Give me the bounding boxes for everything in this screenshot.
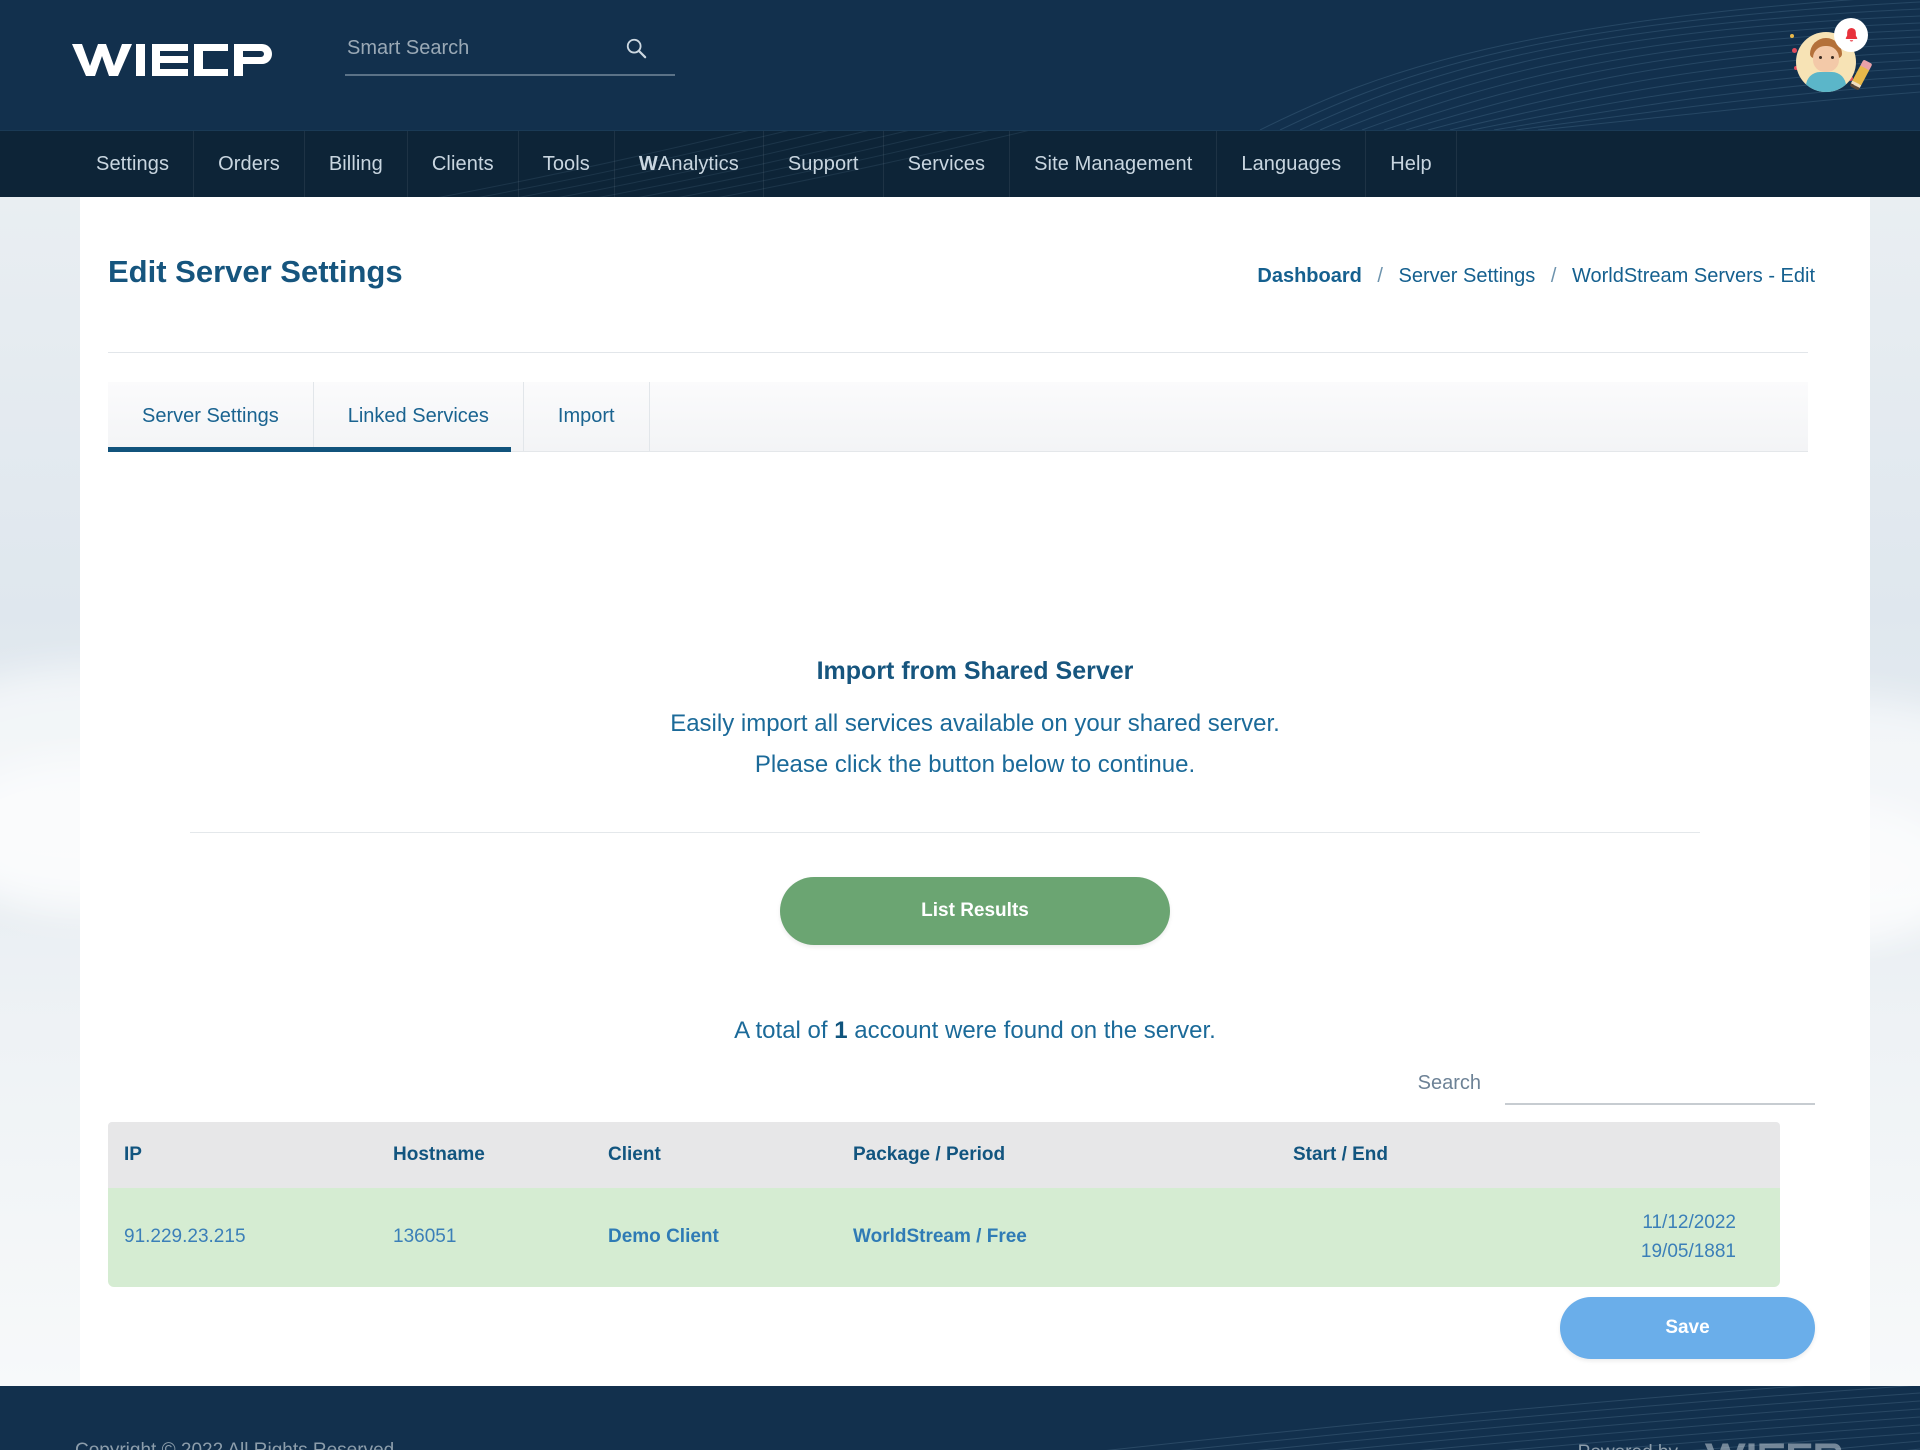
content-divider bbox=[190, 832, 1700, 833]
tab-server-settings[interactable]: Server Settings bbox=[108, 382, 314, 451]
top-header bbox=[0, 0, 1920, 130]
breadcrumb-separator: / bbox=[1550, 265, 1557, 287]
column-header-hostname[interactable]: Hostname bbox=[393, 1122, 608, 1188]
nav-label: Tools bbox=[542, 152, 590, 175]
breadcrumb-item-server-settings[interactable]: Server Settings bbox=[1399, 265, 1536, 287]
powered-by-label: Powered by bbox=[1578, 1442, 1678, 1450]
tab-label: Linked Services bbox=[347, 405, 489, 427]
wisecp-footer-logo[interactable] bbox=[1698, 1438, 1848, 1450]
breadcrumb: Dashboard / Server Settings / WorldStrea… bbox=[1257, 265, 1815, 288]
notification-badge[interactable] bbox=[1834, 18, 1868, 52]
breadcrumb-item-current: WorldStream Servers - Edit bbox=[1571, 265, 1815, 287]
nav-item-languages[interactable]: Languages bbox=[1217, 131, 1367, 197]
cell-ip: 91.229.23.215 bbox=[108, 1188, 393, 1287]
nav-item-orders[interactable]: Orders bbox=[194, 131, 305, 197]
table-body: 91.229.23.215 136051 Demo Client WorldSt… bbox=[108, 1188, 1780, 1287]
tab-label: Server Settings bbox=[142, 405, 279, 427]
bell-icon bbox=[1845, 27, 1857, 42]
nav-item-billing[interactable]: Billing bbox=[305, 131, 408, 197]
nav-label: Languages bbox=[1241, 152, 1342, 175]
nav-label: Orders bbox=[218, 152, 280, 175]
nav-item-support[interactable]: Support bbox=[764, 131, 884, 197]
nav-label: Support bbox=[787, 152, 859, 175]
search-input[interactable] bbox=[345, 33, 675, 76]
nav-item-help[interactable]: Help bbox=[1366, 131, 1457, 197]
breadcrumb-item-dashboard[interactable]: Dashboard bbox=[1257, 265, 1361, 287]
column-header-dates[interactable]: Start / End bbox=[1293, 1122, 1780, 1188]
nav-label: Help bbox=[1390, 152, 1432, 175]
page-header: Edit Server Settings Dashboard / Server … bbox=[80, 197, 1870, 307]
tab-linked-services[interactable]: Linked Services bbox=[314, 382, 524, 451]
result-total-text: A total of 1 account were found on the s… bbox=[80, 1017, 1870, 1045]
table-search-label: Search bbox=[1417, 1072, 1481, 1094]
nav-item-settings[interactable]: Settings bbox=[72, 131, 195, 197]
content-card: Edit Server Settings Dashboard / Server … bbox=[80, 197, 1870, 1386]
column-header-package[interactable]: Package / Period bbox=[853, 1122, 1293, 1188]
header-wave-decoration bbox=[1259, 0, 1920, 130]
tab-label: Import bbox=[557, 405, 615, 427]
cell-hostname: 136051 bbox=[393, 1188, 608, 1287]
column-header-ip[interactable]: IP bbox=[108, 1122, 393, 1188]
tab-active-indicator bbox=[108, 447, 511, 452]
cell-package: WorldStream / Free bbox=[853, 1188, 1293, 1287]
cell-end-date: 19/05/1881 bbox=[1640, 1241, 1736, 1263]
nav-label: Clients bbox=[431, 152, 494, 175]
tab-bar: Server Settings Linked Services Import bbox=[108, 382, 1808, 452]
decoration-dot bbox=[1792, 48, 1797, 53]
avatar[interactable] bbox=[1790, 18, 1873, 92]
tab-import[interactable]: Import bbox=[524, 382, 650, 451]
nav-item-services[interactable]: Services bbox=[884, 131, 1011, 197]
page-footer: Copyright © 2022 All Rights Reserved. Po… bbox=[0, 1386, 1920, 1450]
import-description-line-2: Please click the button below to continu… bbox=[754, 751, 1196, 778]
accounts-table: IP Hostname Client Package / Period Star… bbox=[108, 1122, 1780, 1287]
nav-item-tools[interactable]: Tools bbox=[519, 131, 615, 197]
copyright-text: Copyright © 2022 All Rights Reserved. bbox=[75, 1440, 400, 1450]
header-divider bbox=[108, 352, 1808, 353]
nav-label-prefix: W bbox=[638, 152, 658, 175]
main-navigation: Settings Orders Billing Clients Tools WA… bbox=[0, 130, 1920, 197]
nav-label: Site Management bbox=[1034, 152, 1193, 175]
smart-search bbox=[345, 33, 675, 76]
nav-item-clients[interactable]: Clients bbox=[408, 131, 519, 197]
nav-label: Settings bbox=[96, 152, 170, 175]
import-description-line-1: Easily import all services available on … bbox=[670, 710, 1280, 737]
cell-dates: 11/12/2022 19/05/1881 bbox=[1293, 1188, 1780, 1287]
page-title: Edit Server Settings bbox=[108, 254, 403, 289]
nav-item-wanalytics[interactable]: W Analytics bbox=[615, 131, 764, 197]
nav-item-site-management[interactable]: Site Management bbox=[1010, 131, 1218, 197]
app-root: Settings Orders Billing Clients Tools WA… bbox=[0, 0, 1920, 1450]
page-background: Edit Server Settings Dashboard / Server … bbox=[0, 197, 1920, 1386]
cell-start-date: 11/12/2022 bbox=[1642, 1212, 1736, 1233]
column-header-client[interactable]: Client bbox=[608, 1122, 853, 1188]
save-button[interactable]: Save bbox=[1560, 1297, 1815, 1359]
powered-by: Powered by bbox=[1578, 1438, 1848, 1450]
cell-client: Demo Client bbox=[608, 1188, 853, 1287]
wisecp-logo[interactable] bbox=[72, 36, 272, 80]
table-search-input[interactable] bbox=[1505, 1073, 1815, 1105]
table-row[interactable]: 91.229.23.215 136051 Demo Client WorldSt… bbox=[108, 1188, 1780, 1287]
table-search: Search bbox=[1418, 1072, 1815, 1105]
table-header-row: IP Hostname Client Package / Period Star… bbox=[108, 1122, 1780, 1188]
table-head: IP Hostname Client Package / Period Star… bbox=[108, 1122, 1780, 1188]
total-prefix: A total of bbox=[734, 1017, 835, 1044]
total-count: 1 bbox=[834, 1017, 848, 1044]
breadcrumb-separator: / bbox=[1377, 265, 1383, 287]
nav-label: Billing bbox=[328, 152, 383, 175]
list-results-button[interactable]: List Results bbox=[780, 877, 1170, 945]
nav-label: Services bbox=[907, 152, 986, 175]
total-suffix: account were found on the server. bbox=[847, 1017, 1216, 1044]
decoration-dot bbox=[1790, 34, 1794, 38]
nav-label: Analytics bbox=[657, 152, 739, 175]
wisecp-logo-mark bbox=[72, 44, 272, 76]
import-panel-title: Import from Shared Server bbox=[816, 657, 1134, 685]
